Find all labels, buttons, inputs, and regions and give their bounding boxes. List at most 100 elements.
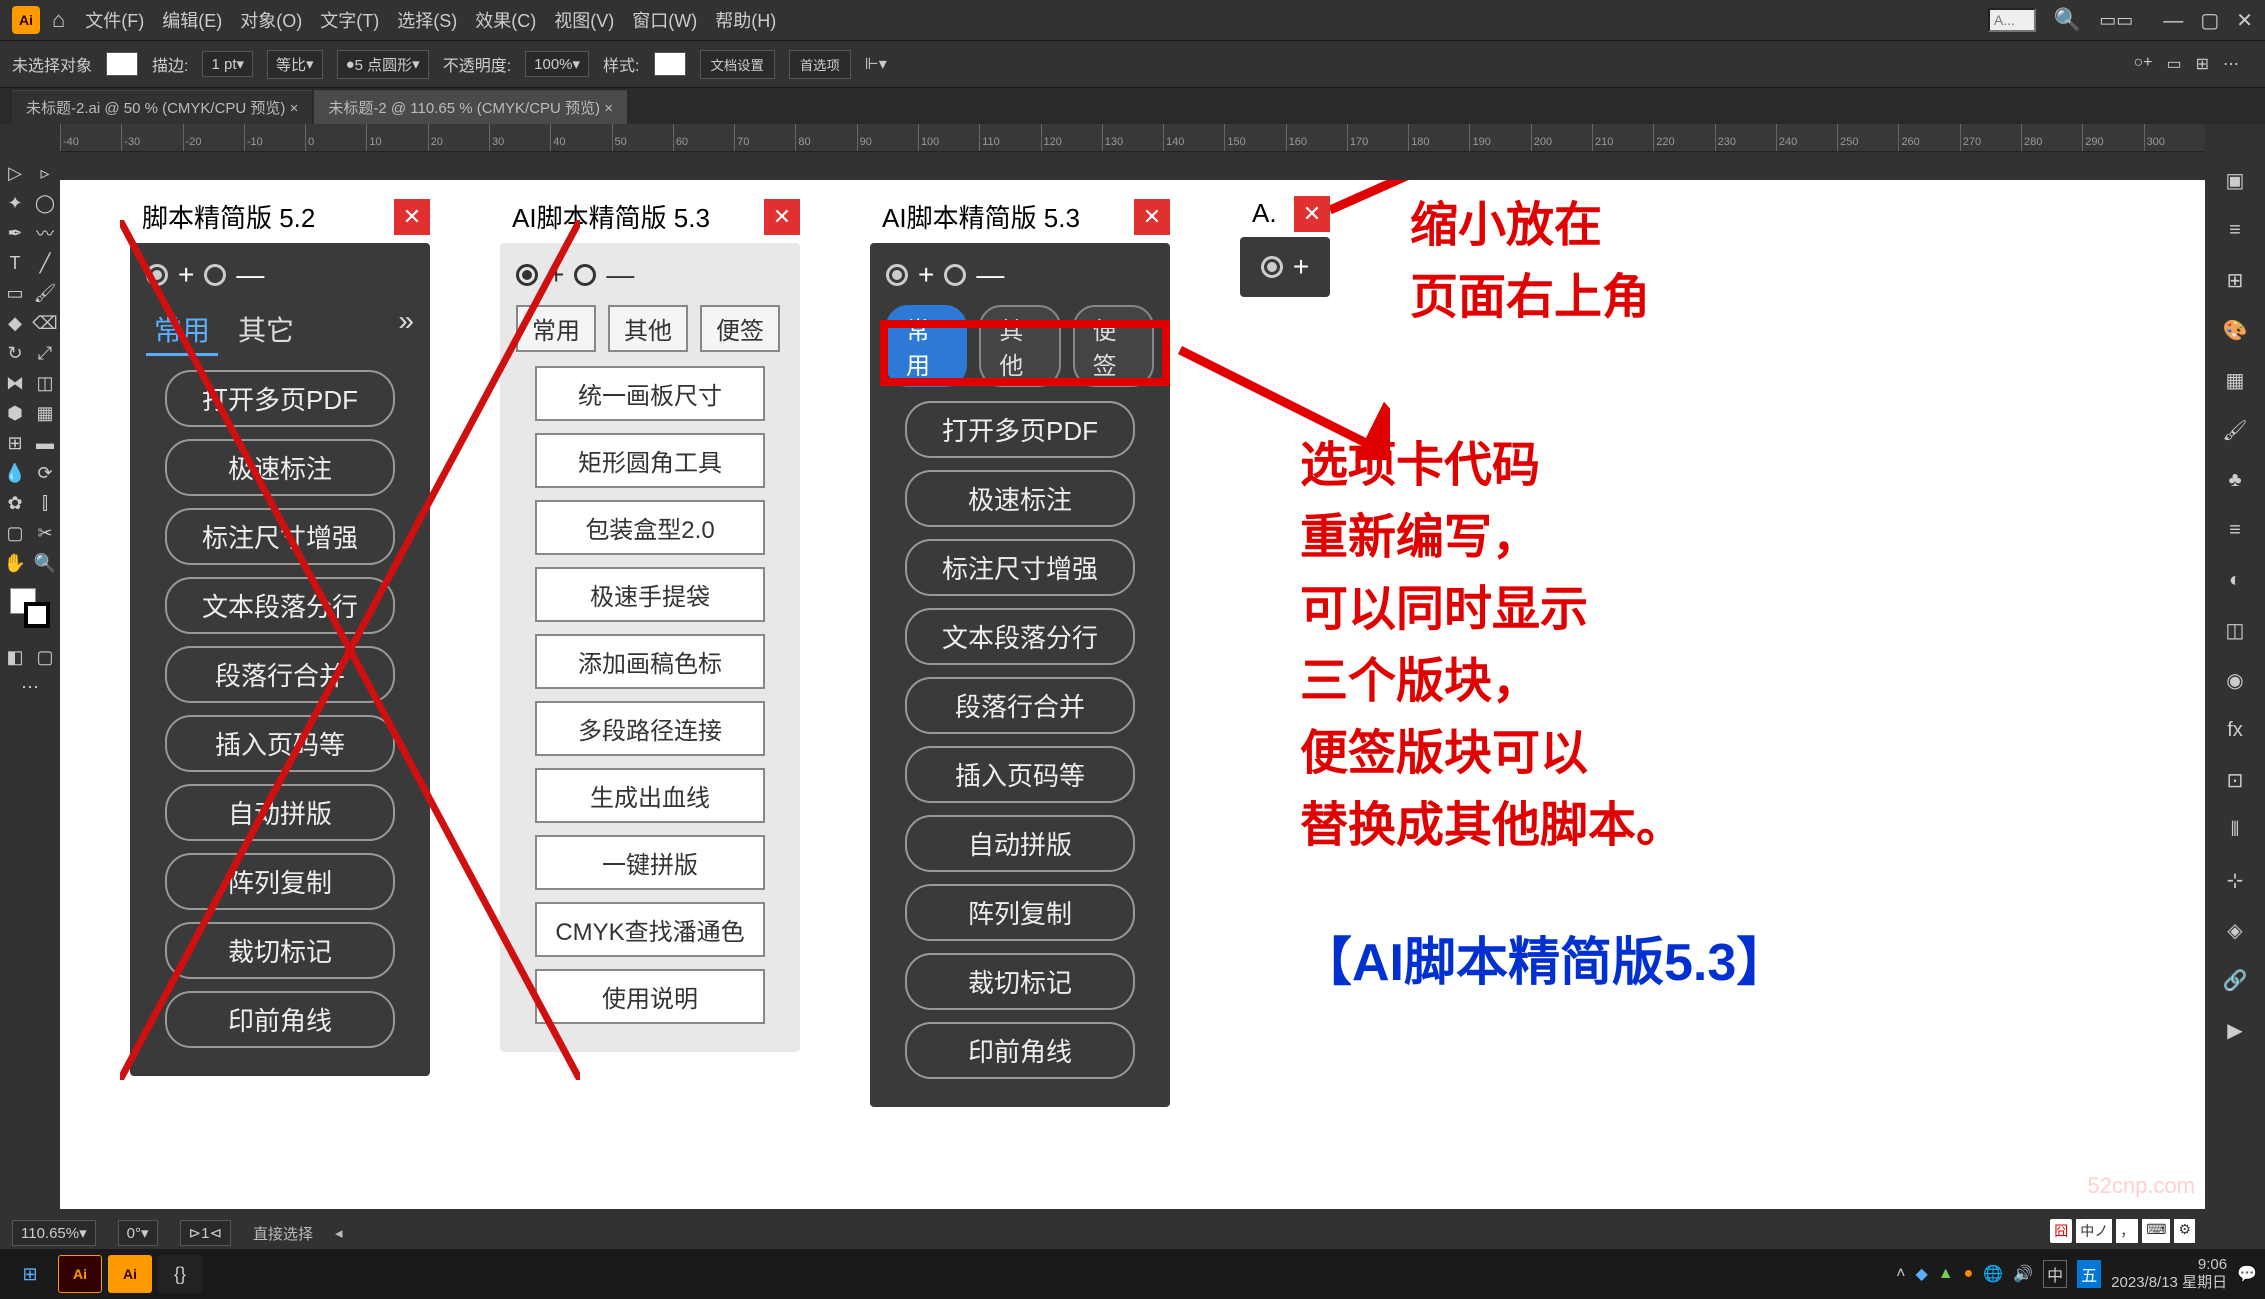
script-button[interactable]: 统一画板尺寸 [535, 366, 765, 421]
home-icon[interactable]: ⌂ [52, 7, 65, 33]
radio-icon[interactable] [574, 264, 596, 286]
curvature-icon[interactable]: 〰 [30, 218, 60, 248]
gradient-tool-icon[interactable]: ▬ [30, 428, 60, 458]
scale-tool-icon[interactable]: ⤢ [30, 338, 60, 368]
radio-checked-icon[interactable] [1261, 256, 1283, 278]
language-icon[interactable]: 中 [2043, 1260, 2067, 1288]
close-button[interactable]: ✕ [1294, 196, 1330, 232]
hand-tool-icon[interactable]: ✋ [0, 548, 30, 578]
transform-panel-icon[interactable]: ⊹ [2217, 862, 2253, 898]
tray-app-icon[interactable]: ▲ [1938, 1265, 1954, 1283]
rectangle-tool-icon[interactable]: ▭ [0, 278, 30, 308]
align-panel-icon[interactable]: ⫴ [2217, 812, 2253, 848]
tab-more-icon[interactable]: » [398, 305, 414, 356]
radio-checked-icon[interactable] [146, 264, 168, 286]
align-icon[interactable]: ⊩▾ [865, 54, 887, 74]
artboard-tool-icon[interactable]: ▢ [0, 518, 30, 548]
menu-object[interactable]: 对象(O) [240, 7, 302, 33]
tab-other[interactable]: 其他 [608, 305, 688, 352]
menu-effect[interactable]: 效果(C) [475, 7, 536, 33]
ime-settings-icon[interactable]: ⚙ [2174, 1219, 2195, 1243]
stroke-weight[interactable]: 1 pt ▾ [202, 51, 253, 77]
doc-setup-button[interactable]: 文档设置 [700, 50, 775, 79]
draw-mode-icon[interactable]: ◧ [0, 642, 30, 672]
script-button[interactable]: 阵列复制 [905, 884, 1135, 941]
perspective-icon[interactable]: ▦ [30, 398, 60, 428]
minimize-icon[interactable]: — [2163, 10, 2183, 32]
brush-tool-icon[interactable]: 🖌 [30, 278, 60, 308]
blend-tool-icon[interactable]: ⟳ [30, 458, 60, 488]
script-button[interactable]: 裁切标记 [165, 922, 395, 979]
shape-builder-icon[interactable]: ⬢ [0, 398, 30, 428]
menu-view[interactable]: 视图(V) [554, 7, 614, 33]
radio-checked-icon[interactable] [886, 264, 908, 286]
script-button[interactable]: 添加画稿色标 [535, 634, 765, 689]
color-swatches[interactable] [10, 588, 50, 628]
pathfinder-panel-icon[interactable]: ◈ [2217, 912, 2253, 948]
script-button[interactable]: 极速标注 [905, 470, 1135, 527]
style-swatch[interactable] [654, 52, 686, 76]
transparency-panel-icon[interactable]: ◫ [2217, 612, 2253, 648]
script-button[interactable]: 矩形圆角工具 [535, 433, 765, 488]
script-button[interactable]: 生成出血线 [535, 768, 765, 823]
uniform-dropdown[interactable]: 等比 ▾ [267, 50, 323, 79]
script-button[interactable]: 文本段落分行 [905, 608, 1135, 665]
notifications-icon[interactable]: 💬 [2237, 1264, 2257, 1284]
ime-keyboard-icon[interactable]: ⌨ [2142, 1219, 2170, 1243]
script-button[interactable]: 段落行合并 [165, 646, 395, 703]
radio-checked-icon[interactable] [516, 264, 538, 286]
libraries-panel-icon[interactable]: ⊞ [2217, 262, 2253, 298]
ime-punct-icon[interactable]: ， [2116, 1219, 2138, 1243]
symbol-sprayer-icon[interactable]: ✿ [0, 488, 30, 518]
script-button[interactable]: 印前角线 [905, 1022, 1135, 1079]
script-button[interactable]: 裁切标记 [905, 953, 1135, 1010]
line-tool-icon[interactable]: ╱ [30, 248, 60, 278]
script-button[interactable]: 打开多页PDF [165, 370, 395, 427]
zoom-level[interactable]: 110.65% ▾ [12, 1220, 96, 1246]
opacity-value[interactable]: 100% ▾ [525, 51, 589, 77]
ime-lang-icon[interactable]: 五 [2077, 1260, 2101, 1288]
symbols-panel-icon[interactable]: ♣ [2217, 462, 2253, 498]
tab-common[interactable]: 常用 [516, 305, 596, 352]
magic-wand-icon[interactable]: ✦ [0, 188, 30, 218]
close-button[interactable]: ✕ [764, 199, 800, 235]
mesh-tool-icon[interactable]: ⊞ [0, 428, 30, 458]
script-button[interactable]: 阵列复制 [165, 853, 395, 910]
tab-close-icon[interactable]: × [290, 100, 299, 117]
script-button[interactable]: CMYK查找潘通色 [535, 902, 765, 957]
panel-toggle-icon[interactable]: ▭ [2166, 54, 2181, 74]
script-button[interactable]: 插入页码等 [165, 715, 395, 772]
pen-tool-icon[interactable]: ✒ [0, 218, 30, 248]
close-button[interactable]: ✕ [1134, 199, 1170, 235]
brushes-panel-icon[interactable]: 🖌 [2217, 412, 2253, 448]
script-button[interactable]: 文本段落分行 [165, 577, 395, 634]
script-button[interactable]: 包装盒型2.0 [535, 500, 765, 555]
stroke-panel-icon[interactable]: ≡ [2217, 512, 2253, 548]
script-button[interactable]: 插入页码等 [905, 746, 1135, 803]
script-button[interactable]: 自动拼版 [905, 815, 1135, 872]
artboard-nav[interactable]: ⊳ 1 ⊲ [180, 1220, 232, 1246]
clock[interactable]: 9:06 2023/8/13 星期日 [2111, 1256, 2227, 1292]
ellipse-icon[interactable]: ○+ [2133, 54, 2152, 74]
more-icon[interactable]: ⋯ [2223, 54, 2239, 74]
direct-selection-tool-icon[interactable]: ▹ [30, 158, 60, 188]
menu-select[interactable]: 选择(S) [397, 7, 457, 33]
script-button[interactable]: 印前角线 [165, 991, 395, 1048]
menu-help[interactable]: 帮助(H) [715, 7, 776, 33]
scroll-left-icon[interactable]: ◂ [335, 1224, 343, 1242]
selection-tool-icon[interactable]: ▷ [0, 158, 30, 188]
app-icon[interactable]: Ai [12, 6, 40, 34]
tab-close-icon[interactable]: × [604, 100, 613, 117]
eyedropper-icon[interactable]: 💧 [0, 458, 30, 488]
graph-tool-icon[interactable]: ⫿ [30, 488, 60, 518]
maximize-icon[interactable]: ▢ [2200, 10, 2219, 32]
stroke-color[interactable] [24, 602, 50, 628]
navigator-panel-icon[interactable]: ⊡ [2217, 762, 2253, 798]
tray-app-icon[interactable]: ◆ [1915, 1264, 1927, 1284]
links-panel-icon[interactable]: 🔗 [2217, 962, 2253, 998]
brush-dropdown[interactable]: ● 5 点圆形 ▾ [337, 50, 429, 79]
script-button[interactable]: 极速手提袋 [535, 567, 765, 622]
gradient-panel-icon[interactable]: ◐ [2217, 562, 2253, 598]
network-icon[interactable]: 🌐 [1983, 1264, 2003, 1284]
illustrator-taskbar-icon-active[interactable]: Ai [108, 1255, 152, 1293]
